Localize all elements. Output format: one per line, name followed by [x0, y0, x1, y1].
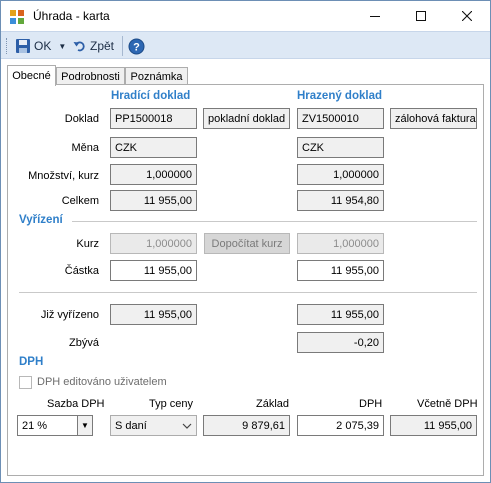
doc-label: Doklad	[64, 113, 99, 125]
help-icon: ?	[128, 38, 145, 54]
tab-details[interactable]: Podrobnosti	[56, 67, 125, 85]
minimize-button[interactable]	[352, 1, 398, 31]
vat-amount-input[interactable]: 2 075,39	[297, 415, 384, 436]
base-header: Základ	[256, 398, 290, 410]
paid-total-field[interactable]: 11 954,80	[297, 190, 384, 211]
paid-settled-field[interactable]: 11 955,00	[297, 304, 384, 325]
vat-edited-label: DPH editováno uživatelem	[37, 376, 167, 388]
paid-amount-input[interactable]: 11 955,00	[297, 260, 384, 281]
currency-label: Měna	[71, 142, 99, 154]
ok-label: OK	[34, 39, 52, 53]
paying-amount-input[interactable]: 11 955,00	[110, 260, 197, 281]
save-icon	[16, 39, 30, 53]
undo-icon	[73, 41, 85, 52]
close-icon	[462, 11, 472, 21]
paid-qty-rate-field[interactable]: 1,000000	[297, 164, 384, 185]
app-icon	[10, 10, 24, 24]
tab-note[interactable]: Poznámka	[125, 67, 188, 85]
paying-doc-number[interactable]: PP1500018	[110, 108, 197, 129]
paid-currency-field[interactable]: CZK	[297, 137, 384, 158]
toolbar-grip[interactable]	[6, 38, 9, 54]
tab-label: Poznámka	[130, 70, 183, 83]
paid-doc-number[interactable]: ZV1500010	[297, 108, 384, 129]
paying-currency-field[interactable]: CZK	[110, 137, 197, 158]
paid-doc-header: Hrazený doklad	[297, 90, 382, 102]
incl-vat-field[interactable]: 11 955,00	[390, 415, 477, 436]
close-button[interactable]	[444, 1, 490, 31]
price-type-select[interactable]: S daní	[110, 415, 197, 436]
section-divider	[72, 221, 477, 222]
incl-vat-header: Včetně DPH	[417, 398, 478, 410]
vat-amount-header: DPH	[359, 398, 383, 410]
vat-base-field[interactable]: 9 879,61	[203, 415, 290, 436]
help-button[interactable]: ?	[128, 36, 145, 56]
chevron-down-icon	[182, 423, 192, 429]
tab-label: Obecné	[12, 70, 51, 82]
paid-remaining-field[interactable]: -0,20	[297, 332, 384, 353]
back-label: Zpět	[90, 39, 115, 53]
toolbar: OK ▼ Zpět ?	[1, 31, 490, 59]
window-title: Úhrada - karta	[33, 9, 110, 23]
tab-label: Podrobnosti	[61, 70, 120, 83]
paying-qty-rate-field[interactable]: 1,000000	[110, 164, 197, 185]
section-divider	[19, 292, 477, 293]
vat-edited-checkbox	[19, 376, 32, 389]
paying-total-field[interactable]: 11 955,00	[110, 190, 197, 211]
price-type-header: Typ ceny	[149, 398, 194, 410]
ok-button[interactable]: OK ▼	[15, 36, 66, 56]
ok-dropdown-icon[interactable]: ▼	[58, 42, 66, 51]
minimize-icon	[370, 16, 380, 17]
settlement-section-title: Vyřízení	[19, 214, 63, 226]
vat-rate-select[interactable]: 21 % ▼	[17, 415, 93, 436]
back-button[interactable]: Zpět	[73, 36, 114, 56]
paying-doc-header: Hradící doklad	[111, 90, 191, 102]
maximize-button[interactable]	[398, 1, 444, 31]
recalc-rate-button: Dopočítat kurz	[204, 233, 290, 254]
svg-text:?: ?	[133, 41, 140, 53]
price-type-value: S daní	[115, 419, 147, 432]
settled-label: Již vyřízeno	[40, 309, 99, 321]
remaining-label: Zbývá	[69, 337, 99, 349]
tab-general[interactable]: Obecné	[7, 65, 56, 86]
paying-rate-field: 1,000000	[110, 233, 197, 254]
vat-rate-value: 21 %	[22, 419, 48, 432]
paid-doc-type[interactable]: zálohová faktura	[390, 108, 477, 129]
paid-rate-field: 1,000000	[297, 233, 384, 254]
paying-settled-field[interactable]: 11 955,00	[110, 304, 197, 325]
paying-doc-type[interactable]: pokladní doklad	[203, 108, 290, 129]
general-panel: Hradící doklad Hrazený doklad Doklad PP1…	[7, 84, 484, 476]
maximize-icon	[416, 11, 426, 21]
title-bar: Úhrada - karta	[1, 1, 490, 31]
total-label: Celkem	[61, 195, 99, 207]
rate-label: Kurz	[76, 238, 99, 250]
window: Úhrada - karta OK ▼ Zpět ? Obecné Podrob…	[0, 0, 491, 483]
toolbar-separator	[122, 36, 123, 56]
qty-rate-label: Množství, kurz	[28, 170, 99, 182]
vat-rate-header: Sazba DPH	[47, 398, 105, 410]
amount-label: Částka	[64, 265, 99, 277]
vat-section-title: DPH	[19, 356, 44, 368]
chevron-down-icon[interactable]: ▼	[77, 416, 92, 435]
